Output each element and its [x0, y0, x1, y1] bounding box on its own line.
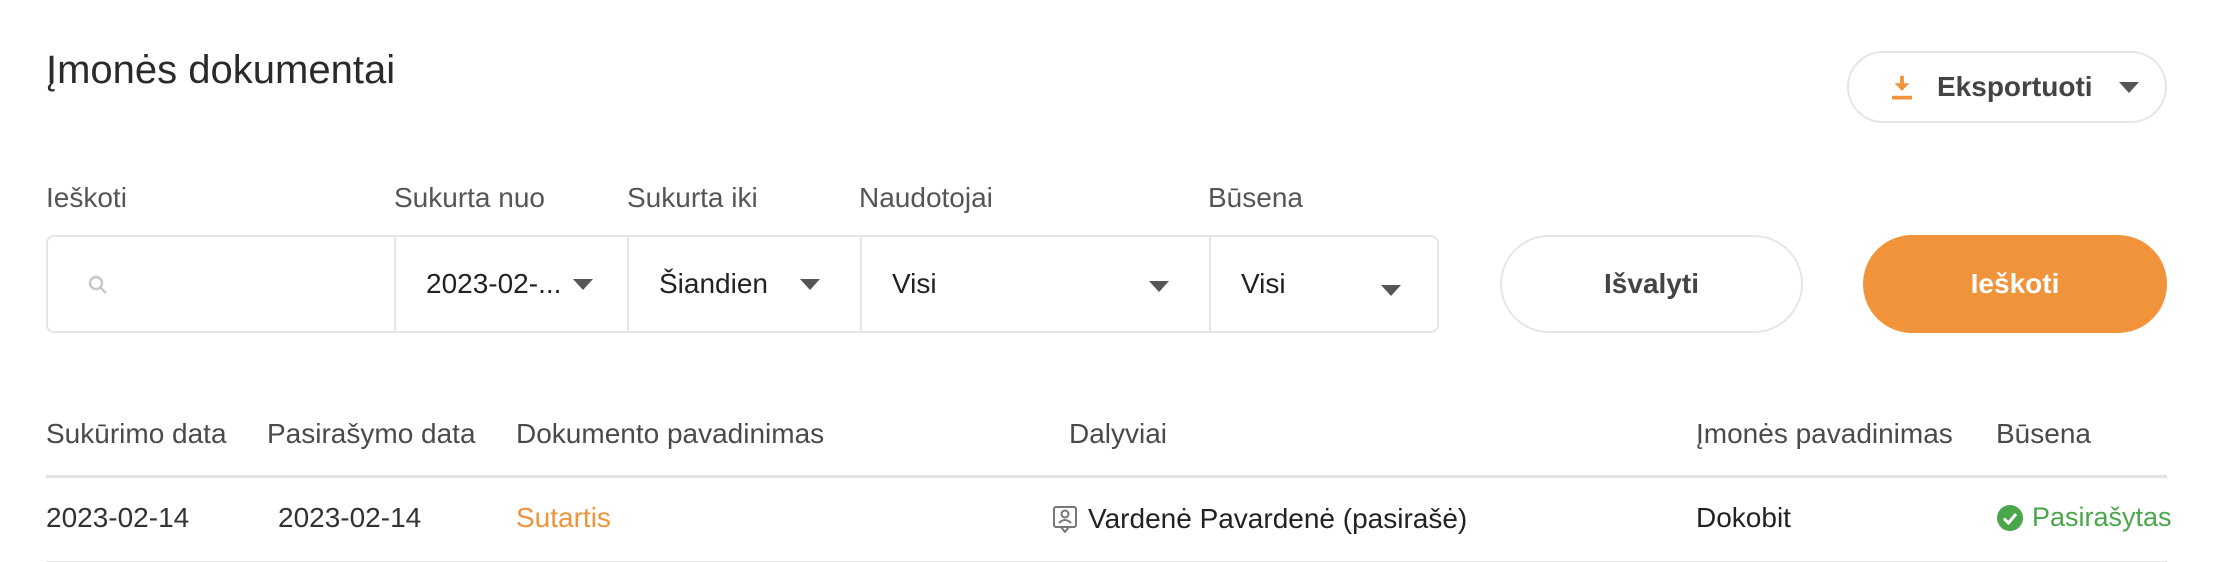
search-label: Ieškoti: [46, 182, 127, 213]
export-button[interactable]: Eksportuoti: [1847, 51, 2167, 123]
search-button[interactable]: Ieškoti: [1863, 235, 2167, 333]
signed-date: 2023-02-14: [278, 502, 422, 533]
chevron-down-icon: [573, 278, 594, 290]
column-header-company[interactable]: Įmonės pavadinimas: [1696, 420, 1953, 448]
created-to-label: Sukurta iki: [627, 182, 758, 213]
created-date: 2023-02-14: [46, 502, 190, 533]
created-to-value: Šiandien: [659, 268, 768, 299]
users-label: Naudotojai: [859, 182, 993, 213]
company-name: Dokobit: [1696, 502, 1791, 533]
status-filter-label: Būsena: [1208, 182, 1303, 213]
chevron-down-icon: [799, 278, 820, 290]
status-text: Pasirašytas: [2032, 502, 2172, 532]
chevron-down-icon: [2118, 81, 2139, 93]
participant-name: Vardenė Pavardenė (pasirašė): [1088, 503, 1468, 534]
chevron-down-icon: [1381, 285, 1401, 296]
column-header-participants: Dalyviai: [1069, 418, 1168, 449]
column-header-created[interactable]: Sukūrimo data: [46, 420, 227, 448]
status-value: Visi: [1241, 268, 1286, 299]
filter-bar: 2023-02-... Šiandien Visi Visi: [46, 235, 1439, 333]
document-link[interactable]: Sutartis: [516, 504, 611, 532]
users-select[interactable]: Visi: [862, 237, 1209, 331]
created-from-select[interactable]: 2023-02-...: [396, 237, 627, 331]
column-header-status[interactable]: Būsena: [1996, 420, 2091, 448]
created-from-label: Sukurta nuo: [394, 182, 545, 213]
check-circle-icon: [1997, 504, 2023, 531]
chevron-down-icon: [1149, 281, 1169, 292]
created-from-value: 2023-02-...: [426, 268, 562, 299]
search-input[interactable]: [128, 259, 382, 311]
column-header-document[interactable]: Dokumento pavadinimas: [516, 420, 824, 448]
clear-button[interactable]: Išvalyti: [1500, 235, 1803, 333]
column-header-signed[interactable]: Pasirašymo data: [267, 420, 476, 448]
download-icon: [1892, 75, 1912, 100]
search-icon: [88, 275, 107, 294]
participant: Vardenė Pavardenė (pasirašė): [1052, 503, 1467, 535]
signer-icon: [1053, 506, 1077, 533]
export-button-label: Eksportuoti: [1937, 71, 2093, 102]
users-value: Visi: [892, 268, 937, 299]
status-badge: Pasirašytas: [1996, 502, 2172, 533]
page-title: Įmonės dokumentai: [46, 48, 396, 92]
created-to-select[interactable]: Šiandien: [629, 237, 860, 331]
status-select[interactable]: Visi: [1211, 237, 1437, 331]
